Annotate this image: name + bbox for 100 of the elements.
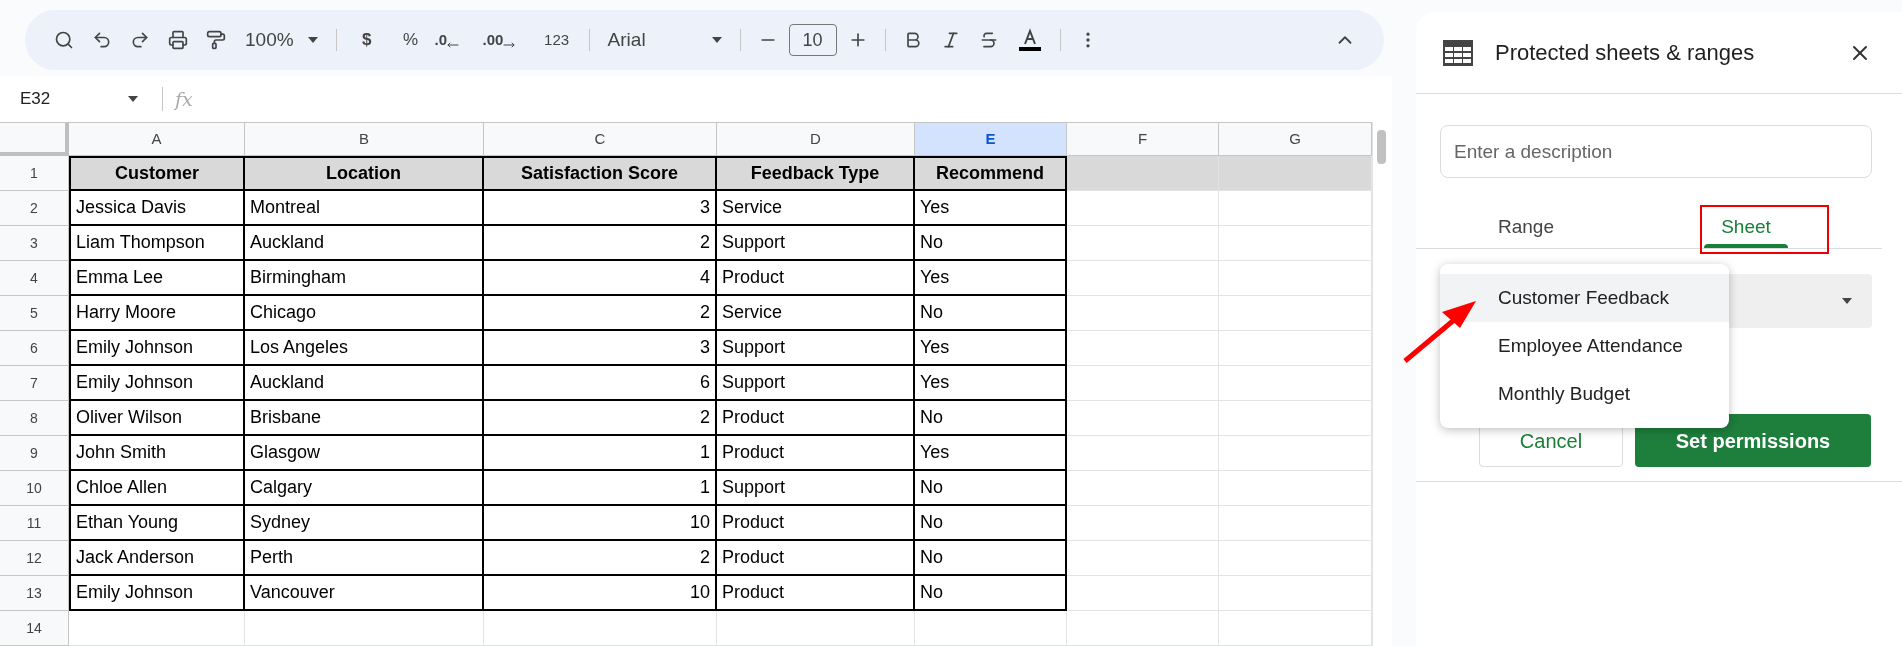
table-cell[interactable] bbox=[1219, 506, 1372, 541]
table-cell[interactable]: 3 bbox=[484, 331, 717, 366]
table-cell[interactable] bbox=[1067, 366, 1219, 401]
table-cell[interactable] bbox=[1067, 191, 1219, 226]
table-cell[interactable] bbox=[1067, 296, 1219, 331]
table-cell[interactable] bbox=[915, 611, 1067, 646]
table-cell[interactable]: Auckland bbox=[245, 366, 484, 401]
table-cell[interactable] bbox=[1219, 331, 1372, 366]
table-cell[interactable]: Chicago bbox=[245, 296, 484, 331]
row-number[interactable]: 10 bbox=[0, 471, 69, 506]
table-cell[interactable]: Harry Moore bbox=[69, 296, 245, 331]
column-header[interactable]: E bbox=[915, 123, 1067, 156]
scrollbar-thumb[interactable] bbox=[1377, 130, 1386, 164]
table-cell[interactable]: 2 bbox=[484, 401, 717, 436]
table-cell[interactable]: 1 bbox=[484, 436, 717, 471]
table-cell[interactable]: Jessica Davis bbox=[69, 191, 245, 226]
menu-item[interactable]: Customer Feedback bbox=[1440, 274, 1729, 322]
table-cell[interactable] bbox=[1219, 296, 1372, 331]
column-heading[interactable]: Satisfaction Score bbox=[484, 156, 717, 191]
table-cell[interactable] bbox=[484, 611, 717, 646]
table-cell[interactable] bbox=[1219, 156, 1372, 191]
table-cell[interactable] bbox=[1219, 401, 1372, 436]
column-heading[interactable]: Recommend bbox=[915, 156, 1067, 191]
percent-format-button[interactable]: % bbox=[390, 27, 431, 53]
table-cell[interactable]: 2 bbox=[484, 541, 717, 576]
decrease-decimals-button[interactable]: .0 bbox=[434, 28, 479, 52]
table-cell[interactable]: John Smith bbox=[69, 436, 245, 471]
tab[interactable]: Range bbox=[1416, 206, 1636, 248]
table-cell[interactable]: Montreal bbox=[245, 191, 484, 226]
table-cell[interactable]: No bbox=[915, 401, 1067, 436]
table-cell[interactable]: 2 bbox=[484, 226, 717, 261]
set-permissions-button[interactable]: Set permissions bbox=[1635, 414, 1871, 467]
table-cell[interactable] bbox=[1219, 611, 1372, 646]
column-header[interactable]: F bbox=[1067, 123, 1219, 156]
table-cell[interactable]: Product bbox=[717, 576, 915, 611]
column-header[interactable]: G bbox=[1219, 123, 1372, 156]
row-number[interactable]: 7 bbox=[0, 366, 69, 401]
table-cell[interactable]: 3 bbox=[484, 191, 717, 226]
table-cell[interactable]: Ethan Young bbox=[69, 506, 245, 541]
row-number[interactable]: 2 bbox=[0, 191, 69, 226]
table-cell[interactable]: Calgary bbox=[245, 471, 484, 506]
table-cell[interactable]: Support bbox=[717, 366, 915, 401]
table-cell[interactable]: No bbox=[915, 226, 1067, 261]
table-cell[interactable]: 10 bbox=[484, 506, 717, 541]
table-cell[interactable]: No bbox=[915, 576, 1067, 611]
column-header[interactable]: A bbox=[69, 123, 245, 156]
table-cell[interactable]: Auckland bbox=[245, 226, 484, 261]
row-number[interactable]: 1 bbox=[0, 156, 69, 191]
table-cell[interactable]: 4 bbox=[484, 261, 717, 296]
table-cell[interactable]: Emily Johnson bbox=[69, 331, 245, 366]
column-header[interactable]: B bbox=[245, 123, 484, 156]
table-cell[interactable] bbox=[1067, 541, 1219, 576]
description-field[interactable]: Enter a description bbox=[1440, 125, 1872, 178]
table-cell[interactable]: Perth bbox=[245, 541, 484, 576]
row-number[interactable]: 12 bbox=[0, 541, 69, 576]
table-cell[interactable]: Vancouver bbox=[245, 576, 484, 611]
name-box[interactable]: E32 bbox=[0, 86, 150, 112]
row-number[interactable]: 3 bbox=[0, 226, 69, 261]
table-cell[interactable]: Product bbox=[717, 401, 915, 436]
row-number[interactable]: 6 bbox=[0, 331, 69, 366]
table-cell[interactable]: 6 bbox=[484, 366, 717, 401]
row-number[interactable]: 13 bbox=[0, 576, 69, 611]
table-cell[interactable] bbox=[1219, 366, 1372, 401]
font-dropdown[interactable]: Arial bbox=[599, 25, 730, 55]
table-cell[interactable] bbox=[1219, 471, 1372, 506]
table-cell[interactable] bbox=[1219, 436, 1372, 471]
table-cell[interactable]: Product bbox=[717, 261, 915, 296]
table-cell[interactable] bbox=[717, 611, 915, 646]
row-number[interactable]: 11 bbox=[0, 506, 69, 541]
table-cell[interactable] bbox=[1067, 436, 1219, 471]
table-cell[interactable] bbox=[1067, 156, 1219, 191]
table-cell[interactable]: Liam Thompson bbox=[69, 226, 245, 261]
table-cell[interactable] bbox=[1219, 191, 1372, 226]
column-heading[interactable]: Feedback Type bbox=[717, 156, 915, 191]
table-cell[interactable] bbox=[1219, 226, 1372, 261]
column-header[interactable]: D bbox=[717, 123, 915, 156]
table-cell[interactable]: Support bbox=[717, 471, 915, 506]
table-cell[interactable]: Yes bbox=[915, 191, 1067, 226]
table-cell[interactable] bbox=[1219, 541, 1372, 576]
row-number[interactable]: 9 bbox=[0, 436, 69, 471]
row-number[interactable]: 5 bbox=[0, 296, 69, 331]
row-number[interactable]: 4 bbox=[0, 261, 69, 296]
table-cell[interactable] bbox=[1067, 226, 1219, 261]
table-cell[interactable]: Yes bbox=[915, 331, 1067, 366]
table-cell[interactable]: No bbox=[915, 541, 1067, 576]
table-cell[interactable]: Service bbox=[717, 191, 915, 226]
table-cell[interactable]: Birmingham bbox=[245, 261, 484, 296]
table-cell[interactable] bbox=[1067, 401, 1219, 436]
table-cell[interactable]: Product bbox=[717, 541, 915, 576]
table-cell[interactable]: Jack Anderson bbox=[69, 541, 245, 576]
table-cell[interactable] bbox=[1219, 261, 1372, 296]
select-all-corner[interactable] bbox=[0, 123, 69, 156]
menu-item[interactable]: Employee Attendance bbox=[1440, 322, 1729, 370]
table-cell[interactable]: 1 bbox=[484, 471, 717, 506]
table-cell[interactable]: 10 bbox=[484, 576, 717, 611]
table-cell[interactable] bbox=[1067, 506, 1219, 541]
table-cell[interactable]: Support bbox=[717, 331, 915, 366]
table-cell[interactable]: Emily Johnson bbox=[69, 366, 245, 401]
table-cell[interactable]: No bbox=[915, 506, 1067, 541]
table-cell[interactable]: No bbox=[915, 296, 1067, 331]
